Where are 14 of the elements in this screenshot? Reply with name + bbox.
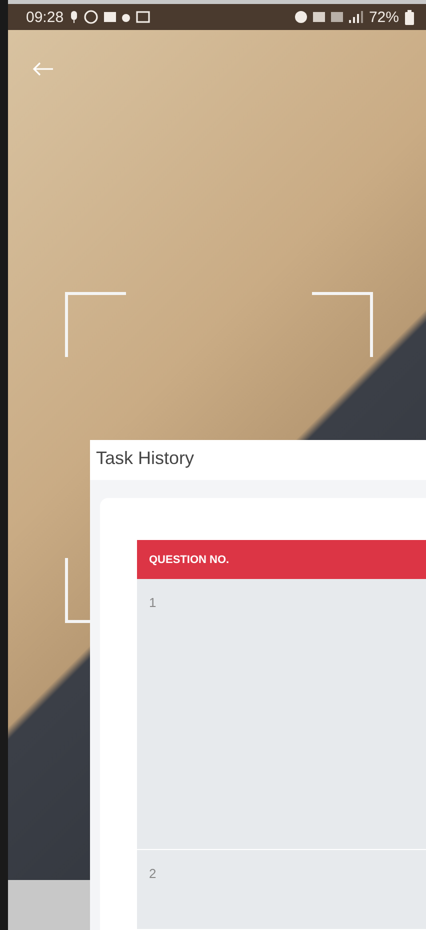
signal-icon [348,11,363,23]
back-arrow-icon[interactable] [32,62,54,76]
table-cell: 1 [137,579,426,850]
table-header: QUESTION NO. [137,540,426,579]
microphone-icon [70,11,78,23]
status-time: 09:28 [26,8,64,26]
chat-icon [84,10,98,24]
battery-percent: 72% [368,8,399,26]
scan-frame-corner [65,292,126,357]
table-cell: 2 [137,850,426,930]
battery-icon [405,10,414,24]
image-icon [136,11,150,23]
panel-title: Task History [96,448,196,469]
scan-frame-corner [312,292,373,357]
